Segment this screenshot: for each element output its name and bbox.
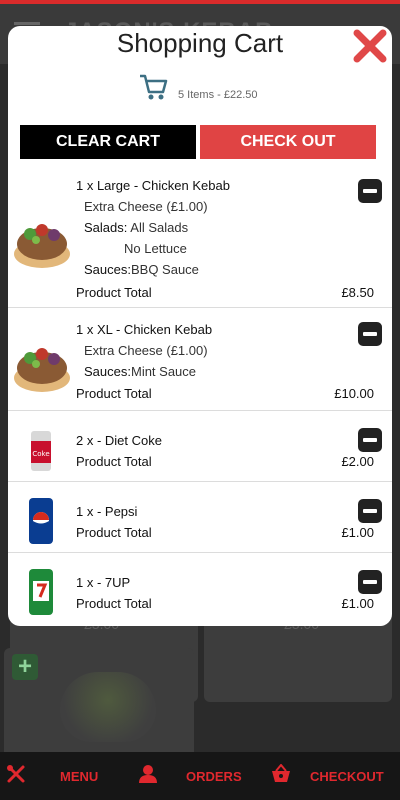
product-total-label: Product Total (76, 386, 152, 401)
product-total-value: £2.00 (341, 454, 374, 469)
product-total-label: Product Total (76, 596, 152, 611)
product-total-value: £1.00 (341, 525, 374, 540)
cart-item-title: 1 x - 7UP (76, 575, 131, 590)
sauces-value: BBQ Sauce (130, 262, 199, 277)
cart-item: 1 x - Pepsi Product Total £1.00 (8, 482, 392, 553)
cart-item-details: 1 x XL - Chicken Kebab Extra Cheese (£1.… (76, 319, 212, 382)
cart-item-extra: Extra Cheese (£1.00) (84, 199, 208, 214)
cart-item-title: 1 x Large - Chicken Kebab (76, 178, 230, 193)
remove-item-button[interactable] (358, 499, 382, 523)
nav-orders[interactable]: ORDERS (138, 752, 242, 800)
sauces-label: Sauces: (84, 262, 131, 277)
cart-item-title: 1 x - Pepsi (76, 504, 138, 519)
remove-item-button[interactable] (358, 570, 382, 594)
add-item-button[interactable]: + (12, 654, 38, 680)
cart-item-details: 1 x - Pepsi (76, 501, 137, 522)
nav-checkout-label: CHECKOUT (310, 768, 384, 784)
close-icon[interactable] (352, 28, 388, 64)
cart-item-title: 1 x XL - Chicken Kebab (76, 322, 213, 337)
product-total-value: £8.50 (341, 285, 374, 300)
cart-item: 1 x - 7UP Product Total £1.00 (8, 553, 392, 625)
cart-item-details: 1 x - 7UP (76, 572, 130, 593)
product-total-value: £1.00 (341, 596, 374, 611)
shopping-cart-icon (138, 72, 168, 107)
cart-items-list: 1 x Large - Chicken Kebab Extra Cheese (… (8, 172, 392, 626)
salads-value: All Salads (127, 220, 189, 235)
sauces-label: Sauces: (84, 364, 131, 379)
cart-item: Coke 2 x - Diet Coke Product Total £2.00 (8, 411, 392, 482)
salad-image (60, 672, 156, 742)
check-out-button[interactable]: CHECK OUT (200, 125, 376, 159)
cart-item-salads-sub: No Lettuce (124, 241, 187, 256)
salads-label: Salads: (84, 220, 128, 235)
cutlery-icon (6, 764, 26, 789)
can-image (28, 496, 54, 551)
clear-cart-button[interactable]: CLEAR CART (20, 125, 196, 159)
can-image (28, 567, 54, 622)
cart-item-salads: Salads: All Salads (76, 217, 230, 238)
shopping-cart-modal: Shopping Cart 5 Items - £22.50 CLEAR CAR… (8, 26, 392, 626)
kebab-image (12, 334, 72, 401)
remove-item-button[interactable] (358, 322, 382, 346)
product-total-label: Product Total (76, 525, 152, 540)
product-total-label: Product Total (76, 285, 152, 300)
product-total-label: Product Total (76, 454, 152, 469)
cart-summary-text: 5 Items - £22.50 (178, 88, 258, 101)
product-total-value: £10.00 (334, 386, 374, 401)
can-image: Coke (30, 429, 52, 478)
cart-summary: 5 Items - £22.50 (138, 72, 258, 107)
sauces-value: Mint Sauce (130, 364, 197, 379)
can-label: Coke (32, 450, 49, 458)
kebab-image (12, 210, 72, 277)
cart-item: 1 x Large - Chicken Kebab Extra Cheese (… (8, 172, 392, 308)
bottom-nav: MENU ORDERS CHECKOUT (0, 752, 400, 800)
cart-item-details: 2 x - Diet Coke (76, 430, 162, 451)
nav-orders-label: ORDERS (186, 768, 242, 784)
cart-item-extra: Extra Cheese (£1.00) (84, 343, 208, 358)
cart-item-sauces: Sauces:BBQ Sauce (76, 259, 230, 280)
nav-menu[interactable]: MENU (6, 752, 98, 800)
nav-menu-label: MENU (60, 768, 99, 784)
remove-item-button[interactable] (358, 428, 382, 452)
user-icon (138, 764, 158, 789)
cart-item-sauces: Sauces:Mint Sauce (76, 361, 212, 382)
remove-item-button[interactable] (358, 179, 382, 203)
cart-title: Shopping Cart (116, 28, 284, 58)
basket-icon (270, 762, 292, 789)
cart-item: 1 x XL - Chicken Kebab Extra Cheese (£1.… (8, 308, 392, 411)
nav-checkout[interactable]: CHECKOUT (270, 752, 384, 800)
cart-item-title: 2 x - Diet Coke (76, 433, 162, 448)
cart-item-details: 1 x Large - Chicken Kebab Extra Cheese (… (76, 175, 230, 280)
